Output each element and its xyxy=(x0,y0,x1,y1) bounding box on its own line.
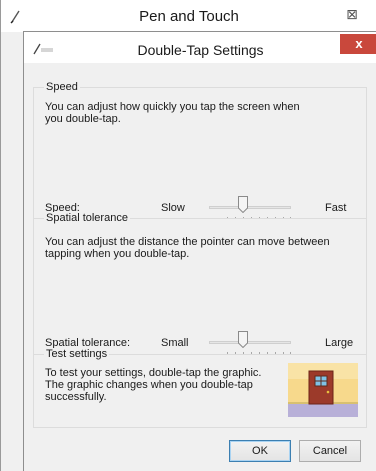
spatial-slider[interactable] xyxy=(209,331,291,355)
speed-slider[interactable] xyxy=(209,196,291,220)
ok-button[interactable]: OK xyxy=(229,440,291,462)
double-tap-settings-dialog: Double-Tap Settings x Speed You can adju… xyxy=(23,31,376,471)
spatial-slider-thumb[interactable] xyxy=(238,331,248,348)
dialog-close-button[interactable]: x xyxy=(340,34,376,54)
test-settings-group: Test settings To test your settings, dou… xyxy=(33,348,367,428)
cancel-button[interactable]: Cancel xyxy=(299,440,361,462)
speed-slider-thumb[interactable] xyxy=(238,196,248,213)
outer-window-title: Pen and Touch xyxy=(139,8,239,25)
dialog-title-bar: Double-Tap Settings x xyxy=(24,32,376,63)
speed-slider-track xyxy=(209,206,291,209)
speed-description: You can adjust how quickly you tap the s… xyxy=(45,101,300,125)
pen-and-touch-window: Pen and Touch ⊠ Double-Tap Settings x Sp… xyxy=(0,0,376,471)
test-description: To test your settings, double-tap the gr… xyxy=(45,367,262,403)
test-graphic-door[interactable] xyxy=(288,363,358,417)
outer-close-icon[interactable]: ⊠ xyxy=(339,4,365,24)
spatial-tolerance-group: Spatial tolerance You can adjust the dis… xyxy=(33,212,367,361)
spatial-slider-track xyxy=(209,341,291,344)
spatial-group-label: Spatial tolerance xyxy=(44,212,130,224)
dialog-title: Double-Tap Settings xyxy=(137,42,264,58)
outer-title-bar: Pen and Touch ⊠ xyxy=(1,0,376,32)
speed-fast-label: Fast xyxy=(325,202,347,214)
spatial-description: You can adjust the distance the pointer … xyxy=(45,236,330,260)
test-group-label: Test settings xyxy=(44,348,110,360)
speed-slow-label: Slow xyxy=(161,202,185,214)
spatial-large-label: Large xyxy=(325,337,354,349)
speed-group: Speed You can adjust how quickly you tap… xyxy=(33,81,367,230)
spatial-small-label: Small xyxy=(161,337,189,349)
speed-group-label: Speed xyxy=(44,81,80,93)
